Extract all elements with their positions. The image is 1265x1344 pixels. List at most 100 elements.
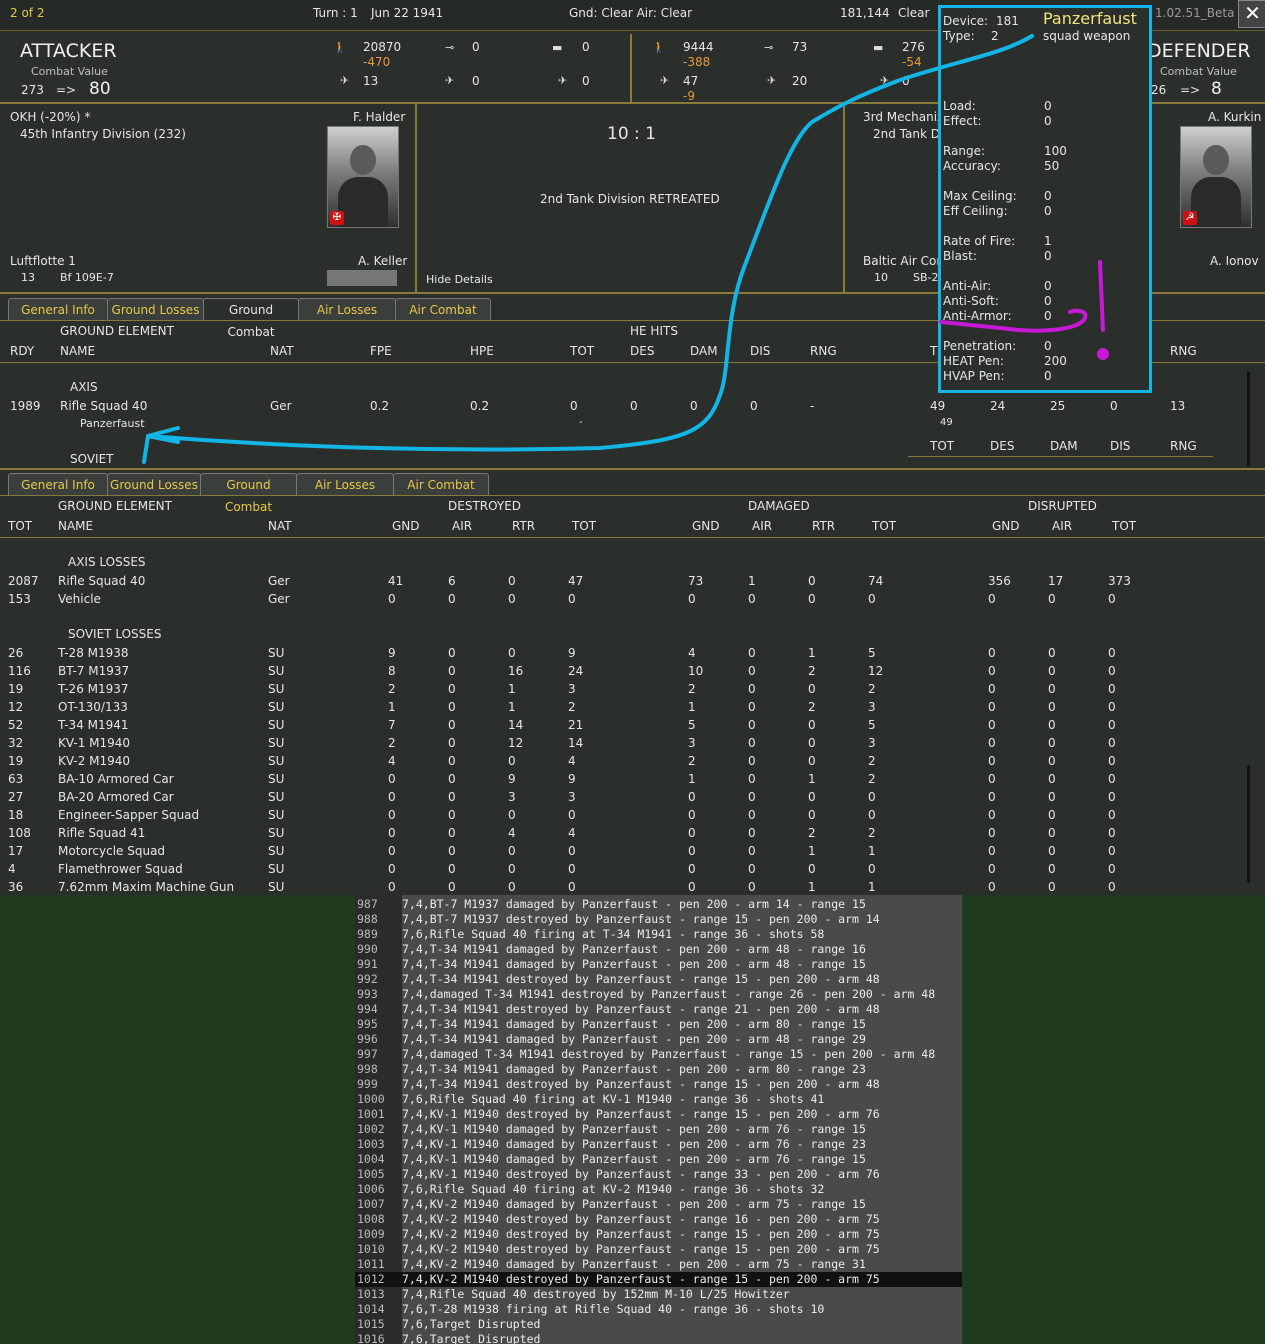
col-hpe[interactable]: HPE bbox=[470, 344, 494, 358]
col-name[interactable]: NAME bbox=[60, 344, 95, 358]
col-rdy[interactable]: RDY bbox=[10, 344, 34, 358]
log-line-number: 1009 bbox=[357, 1227, 385, 1241]
log-line[interactable]: 999 7,4,T-34 M1941 destroyed by Panzerfau… bbox=[355, 1077, 962, 1092]
tab-ground-combat[interactable]: Ground Combat bbox=[203, 298, 299, 339]
log-line[interactable]: 1002 7,4,KV-1 M1940 damaged by Panzerfaus… bbox=[355, 1122, 962, 1137]
log-line[interactable]: 1011 7,4,KV-2 M1940 damaged by Panzerfaus… bbox=[355, 1257, 962, 1272]
losses-scrollbar[interactable] bbox=[1247, 765, 1250, 883]
turn-label: Turn : 1 bbox=[313, 6, 358, 20]
cell-nat: SU bbox=[268, 664, 285, 678]
log-line[interactable]: 1006 7,6,Rifle Squad 40 firing at KV-2 M1… bbox=[355, 1182, 962, 1197]
cell-tot: 52 bbox=[8, 718, 24, 732]
he-hits-header: HE HITS bbox=[630, 324, 678, 338]
col-damaged-rtr[interactable]: RTR bbox=[812, 519, 835, 533]
col-damaged-air[interactable]: AIR bbox=[752, 519, 772, 533]
tab-air-combat[interactable]: Air Combat bbox=[395, 298, 491, 321]
log-line[interactable]: 990 7,4,T-34 M1941 damaged by Panzerfaust… bbox=[355, 942, 962, 957]
log-line[interactable]: 998 7,4,T-34 M1941 damaged by Panzerfaust… bbox=[355, 1062, 962, 1077]
col-tot[interactable]: TOT bbox=[570, 344, 594, 358]
log-line[interactable]: 987 7,4,BT-7 M1937 damaged by Panzerfaust… bbox=[355, 897, 962, 912]
cell-right-des: 24 bbox=[990, 399, 1006, 413]
cell-right-dam: 25 bbox=[1050, 399, 1066, 413]
tab-general-info[interactable]: General Info bbox=[8, 473, 108, 496]
attacker-unit-name[interactable]: 45th Infantry Division (232) bbox=[20, 127, 186, 141]
log-line[interactable]: 1001 7,4,KV-1 M1940 destroyed by Panzerfa… bbox=[355, 1107, 962, 1122]
log-line[interactable]: 1008 7,4,KV-2 M1940 destroyed by Panzerfa… bbox=[355, 1212, 962, 1227]
col-nat[interactable]: NAT bbox=[270, 344, 294, 358]
col-rng[interactable]: RNG bbox=[810, 344, 837, 358]
log-line-text: 7,4,KV-2 M1940 damaged by Panzerfaust - … bbox=[402, 1197, 866, 1211]
cell-destroyed-air: 0 bbox=[448, 664, 456, 678]
tab-ground-losses[interactable]: Ground Losses bbox=[107, 298, 204, 321]
cell-name: Vehicle bbox=[58, 592, 101, 606]
log-line[interactable]: 1004 7,4,KV-1 M1940 damaged by Panzerfaus… bbox=[355, 1152, 962, 1167]
log-line[interactable]: 1010 7,4,KV-2 M1940 destroyed by Panzerfa… bbox=[355, 1242, 962, 1257]
log-line[interactable]: 997 7,4,damaged T-34 M1941 destroyed by P… bbox=[355, 1047, 962, 1062]
col-fpe[interactable]: FPE bbox=[370, 344, 392, 358]
col-name[interactable]: NAME bbox=[58, 519, 93, 533]
tab-ground-losses[interactable]: Ground Losses bbox=[107, 473, 201, 496]
col-des[interactable]: DES bbox=[630, 344, 654, 358]
defender-cv-value: 8 bbox=[1211, 79, 1222, 99]
attacker-leader-portrait[interactable]: ✠ bbox=[327, 126, 399, 228]
log-line[interactable]: 1005 7,4,KV-1 M1940 destroyed by Panzerfa… bbox=[355, 1167, 962, 1182]
log-line[interactable]: 995 7,4,T-34 M1941 damaged by Panzerfaust… bbox=[355, 1017, 962, 1032]
tab-air-losses[interactable]: Air Losses bbox=[296, 473, 394, 496]
attacker-air-hq: Luftflotte 1 bbox=[10, 254, 76, 268]
tab-general-info[interactable]: General Info bbox=[8, 298, 108, 321]
log-line[interactable]: 1014 7,6,T-28 M1938 firing at Rifle Squad… bbox=[355, 1302, 962, 1317]
tab-air-combat[interactable]: Air Combat bbox=[393, 473, 489, 496]
log-line[interactable]: 996 7,4,T-34 M1941 damaged by Panzerfaust… bbox=[355, 1032, 962, 1047]
cell-disrupted-gnd: 0 bbox=[988, 646, 996, 660]
log-line[interactable]: 1013 7,4,Rifle Squad 40 destroyed by 152m… bbox=[355, 1287, 962, 1302]
cell-destroyed-tot: 3 bbox=[568, 790, 576, 804]
col-damaged-gnd[interactable]: GND bbox=[692, 519, 720, 533]
defender-unit-name[interactable]: 2nd Tank D bbox=[873, 127, 940, 141]
log-line[interactable]: 994 7,4,T-34 M1941 destroyed by Panzerfau… bbox=[355, 1002, 962, 1017]
cell-damaged-air: 0 bbox=[748, 844, 756, 858]
log-line[interactable]: 989 7,6,Rifle Squad 40 firing at T-34 M19… bbox=[355, 927, 962, 942]
log-line[interactable]: 992 7,4,T-34 M1941 destroyed by Panzerfau… bbox=[355, 972, 962, 987]
page-indicator[interactable]: 2 of 2 bbox=[10, 6, 44, 20]
combat-log-panel[interactable]: 987 7,4,BT-7 M1937 damaged by Panzerfaust… bbox=[355, 895, 962, 1344]
log-line[interactable]: 1016 7,6,Target Disrupted bbox=[355, 1332, 962, 1344]
log-line[interactable]: 1000 7,6,Rifle Squad 40 firing at KV-1 M1… bbox=[355, 1092, 962, 1107]
defender-leader-portrait[interactable]: ☭ bbox=[1180, 126, 1252, 228]
log-line[interactable]: 988 7,4,BT-7 M1937 destroyed by Panzerfau… bbox=[355, 912, 962, 927]
col-destroyed-rtr[interactable]: RTR bbox=[512, 519, 535, 533]
cell-disrupted-gnd: 0 bbox=[988, 880, 996, 894]
cell-damaged-tot: 0 bbox=[868, 808, 876, 822]
log-line[interactable]: 1012 7,4,KV-2 M1940 destroyed by Panzerfa… bbox=[355, 1272, 962, 1287]
log-line[interactable]: 991 7,4,T-34 M1941 damaged by Panzerfaust… bbox=[355, 957, 962, 972]
col-disrupted-gnd[interactable]: GND bbox=[992, 519, 1020, 533]
tab-air-losses[interactable]: Air Losses bbox=[298, 298, 396, 321]
col-disrupted-air[interactable]: AIR bbox=[1052, 519, 1072, 533]
col-nat[interactable]: NAT bbox=[268, 519, 292, 533]
cell-des: 0 bbox=[630, 399, 638, 413]
col-destroyed-air[interactable]: AIR bbox=[452, 519, 472, 533]
col-dis[interactable]: DIS bbox=[750, 344, 770, 358]
col-rng-right[interactable]: RNG bbox=[1170, 344, 1197, 358]
hide-details-button[interactable]: Hide Details bbox=[426, 273, 493, 286]
col-destroyed-gnd[interactable]: GND bbox=[392, 519, 420, 533]
weapon-link-panzerfaust[interactable]: Panzerfaust bbox=[80, 417, 145, 430]
col-tot[interactable]: TOT bbox=[8, 519, 32, 533]
cell-nat: SU bbox=[268, 718, 285, 732]
col-disrupted-tot[interactable]: TOT bbox=[1112, 519, 1136, 533]
log-line[interactable]: 1007 7,4,KV-2 M1940 damaged by Panzerfaus… bbox=[355, 1197, 962, 1212]
close-button[interactable]: ✕ bbox=[1238, 0, 1265, 28]
log-line[interactable]: 1015 7,6,Target Disrupted bbox=[355, 1317, 962, 1332]
log-line[interactable]: 1009 7,4,KV-2 M1940 destroyed by Panzerfa… bbox=[355, 1227, 962, 1242]
tab-ground-combat[interactable]: Ground Combat bbox=[200, 473, 297, 514]
stat-value-accuracy: 50 bbox=[1044, 159, 1060, 173]
col-dam[interactable]: DAM bbox=[690, 344, 718, 358]
col-damaged-tot[interactable]: TOT bbox=[872, 519, 896, 533]
log-line[interactable]: 993 7,4,damaged T-34 M1941 destroyed by P… bbox=[355, 987, 962, 1002]
foot-rng: RNG bbox=[1170, 439, 1197, 453]
log-line[interactable]: 1003 7,4,KV-1 M1940 damaged by Panzerfaus… bbox=[355, 1137, 962, 1152]
log-line-text: 7,4,KV-1 M1940 destroyed by Panzerfaust … bbox=[402, 1167, 880, 1181]
combat-scrollbar[interactable] bbox=[1247, 372, 1250, 466]
fighter-icon: ✈ bbox=[660, 74, 670, 87]
cell-damaged-rtr: 2 bbox=[808, 664, 816, 678]
col-destroyed-tot[interactable]: TOT bbox=[572, 519, 596, 533]
